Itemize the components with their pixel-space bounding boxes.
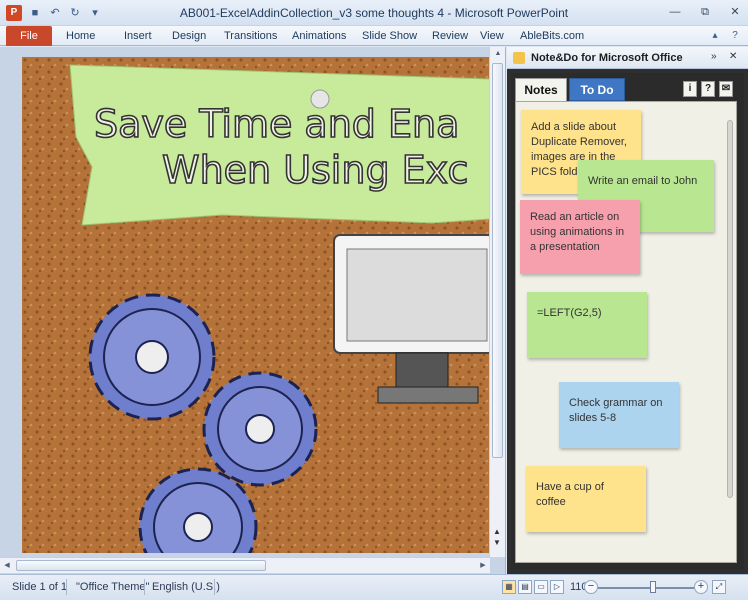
tab-slide-show[interactable]: Slide Show xyxy=(362,26,432,46)
theme-name[interactable]: "Office Theme" xyxy=(76,581,149,593)
tab-animations[interactable]: Animations xyxy=(292,26,362,46)
pane-options-icon[interactable]: » xyxy=(711,51,717,62)
scroll-right-icon[interactable]: ▶ xyxy=(476,558,490,574)
slide-show-view-icon[interactable]: ▷ xyxy=(550,580,564,594)
tab-to-do[interactable]: To Do xyxy=(569,78,625,101)
slide-title-line2: When Using Exc xyxy=(162,148,468,192)
sticky-note[interactable]: Read an article on using animations in a… xyxy=(520,200,640,274)
previous-slide-icon[interactable]: ▲ xyxy=(493,527,501,536)
gear-illustration-1 xyxy=(88,293,216,421)
vertical-scroll-thumb[interactable] xyxy=(492,63,503,458)
gear-illustration-2 xyxy=(202,371,318,487)
sticky-note[interactable]: Check grammar on slides 5-8 xyxy=(559,382,679,448)
tab-file[interactable]: File xyxy=(6,26,52,46)
zoom-in-icon[interactable]: + xyxy=(694,580,708,594)
tab-design[interactable]: Design xyxy=(172,26,224,46)
tab-ablebits[interactable]: AbleBits.com xyxy=(520,26,590,46)
page-navigation: ▲ ▼ xyxy=(489,527,505,573)
status-separator xyxy=(66,579,67,595)
ribbon-help-controls: ▴ ? xyxy=(708,29,742,43)
tab-view[interactable]: View xyxy=(480,26,520,46)
ribbon-tab-bar: File Home Insert Design Transitions Anim… xyxy=(0,26,748,46)
email-icon[interactable]: ✉ xyxy=(719,81,733,97)
note-and-do-pane: Note&Do for Microsoft Office » ✕ Notes T… xyxy=(507,47,748,574)
scroll-up-icon[interactable]: ▲ xyxy=(490,47,506,61)
window-title: AB001-ExcelAddinCollection_v3 some thoug… xyxy=(179,6,569,20)
tab-review[interactable]: Review xyxy=(432,26,480,46)
close-icon[interactable]: ✕ xyxy=(728,5,742,19)
status-separator xyxy=(214,579,215,595)
notes-scrollbar[interactable] xyxy=(726,106,734,560)
pane-header: Note&Do for Microsoft Office » ✕ xyxy=(507,47,748,69)
title-bar: P ■ ↶ ↻ ▾ AB001-ExcelAddinCollection_v3 … xyxy=(0,0,748,26)
status-bar: Slide 1 of 1 "Office Theme" English (U.S… xyxy=(0,574,748,600)
slide-counter: Slide 1 of 1 xyxy=(12,581,68,593)
sticky-note[interactable]: =LEFT(G2,5) xyxy=(527,292,647,358)
help-icon[interactable]: ? xyxy=(728,29,742,43)
zoom-out-icon[interactable]: − xyxy=(584,580,598,594)
notes-board[interactable]: Add a slide about Duplicate Remover, ima… xyxy=(515,101,737,563)
fit-to-window-icon[interactable]: ⤢ xyxy=(712,580,726,594)
next-slide-icon[interactable]: ▼ xyxy=(493,538,501,547)
slide-editor: Save Time and Ena When Using Exc ▲ ▲ ▼ ◀… xyxy=(0,47,506,574)
status-separator xyxy=(144,579,145,595)
minimize-ribbon-icon[interactable]: ▴ xyxy=(708,29,722,43)
restore-icon[interactable]: ⧉ xyxy=(698,5,712,19)
slide-canvas[interactable]: Save Time and Ena When Using Exc xyxy=(22,57,490,553)
notes-scroll-thumb[interactable] xyxy=(727,120,733,498)
scroll-left-icon[interactable]: ◀ xyxy=(0,558,14,574)
sticky-note[interactable]: Have a cup of coffee xyxy=(526,466,646,532)
pane-close-icon[interactable]: ✕ xyxy=(729,51,737,62)
slide-sorter-view-icon[interactable]: ▤ xyxy=(518,580,532,594)
zoom-slider-track[interactable] xyxy=(598,587,694,589)
zoom-slider-thumb[interactable] xyxy=(650,581,656,593)
note-and-do-icon xyxy=(513,52,525,64)
tab-notes[interactable]: Notes xyxy=(515,78,567,101)
vertical-scrollbar[interactable]: ▲ xyxy=(489,47,505,557)
normal-view-icon[interactable]: ▦ xyxy=(502,580,516,594)
horizontal-scroll-thumb[interactable] xyxy=(16,560,266,571)
info-icon[interactable]: i xyxy=(683,81,697,97)
help-icon[interactable]: ? xyxy=(701,81,715,97)
horizontal-scrollbar[interactable]: ◀ ▶ xyxy=(0,557,490,573)
pane-body: Notes To Do i ? ✉ Add a slide about Dupl… xyxy=(511,73,744,570)
minimize-icon[interactable]: — xyxy=(668,5,682,19)
tab-home[interactable]: Home xyxy=(66,26,124,46)
language-indicator[interactable]: English (U.S.) xyxy=(152,581,220,593)
reading-view-icon[interactable]: ▭ xyxy=(534,580,548,594)
tab-insert[interactable]: Insert xyxy=(124,26,172,46)
ribbon-tabs: Home Insert Design Transitions Animation… xyxy=(66,26,590,46)
slide-viewport: Save Time and Ena When Using Exc xyxy=(22,57,490,553)
window-controls: — ⧉ ✕ xyxy=(668,5,742,19)
tab-transitions[interactable]: Transitions xyxy=(224,26,292,46)
slide-title-line1: Save Time and Ena xyxy=(94,102,459,146)
pane-title: Note&Do for Microsoft Office xyxy=(531,52,683,64)
